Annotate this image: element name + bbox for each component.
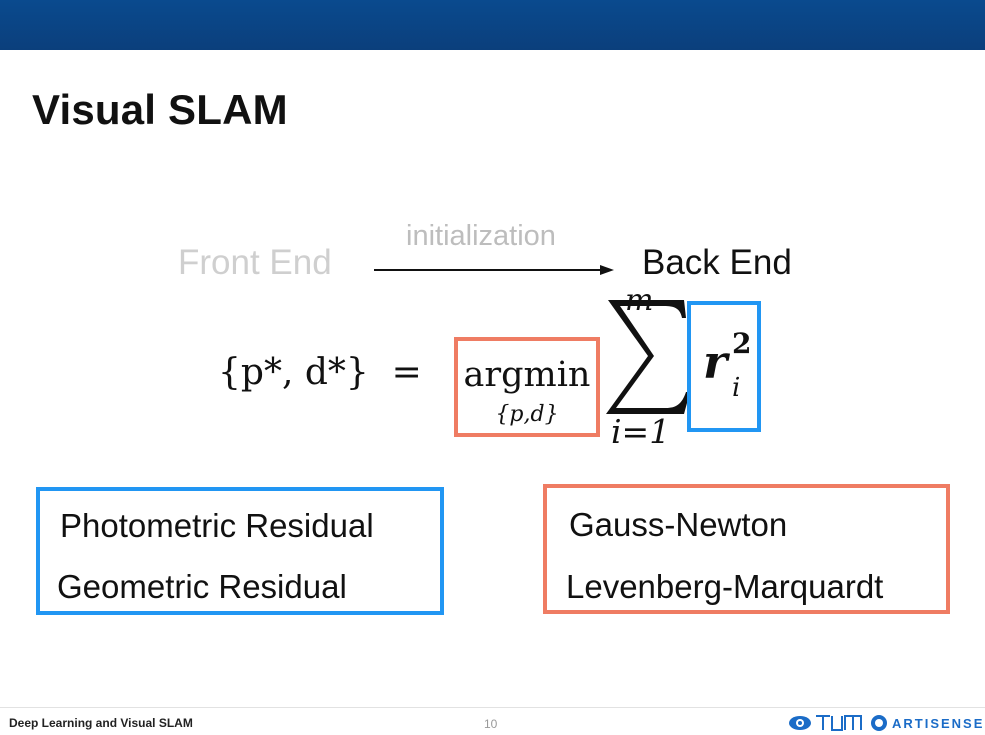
argmin-text: argmin (463, 355, 591, 395)
optimizers-box: Gauss-Newton Levenberg-Marquardt (543, 484, 950, 614)
sum-lower-limit: i=1 (611, 412, 671, 451)
photometric-residual-label: Photometric Residual (60, 507, 374, 544)
geometric-residual-label: Geometric Residual (57, 568, 347, 605)
argmin-box: argmin {p,d} (454, 337, 600, 437)
footer-course-title: Deep Learning and Visual SLAM (9, 716, 193, 730)
gauss-newton-label: Gauss-Newton (569, 506, 788, 543)
equation-lhs: {p*, d*} = (218, 352, 422, 393)
artisense-logo: ARTISENSE (892, 715, 985, 731)
front-end-label: Front End (178, 243, 332, 282)
residual-term-box: r 2 i (687, 301, 761, 432)
levenberg-marquardt-label: Levenberg-Marquardt (566, 568, 884, 605)
residual-subscript: i (732, 373, 741, 403)
slide-title: Visual SLAM (32, 86, 288, 133)
page-number: 10 (484, 717, 498, 731)
summation-sigma (606, 300, 690, 414)
footer-logos: ARTISENSE (788, 712, 984, 734)
footer-divider (0, 707, 985, 708)
ad-badge-icon (871, 715, 887, 731)
residual-superscript: 2 (732, 327, 752, 360)
tum-logo-icon (789, 715, 862, 731)
back-end-label: Back End (642, 243, 792, 282)
residuals-box: Photometric Residual Geometric Residual (36, 487, 444, 615)
residual-symbol: r (703, 335, 728, 389)
header-bar (0, 0, 985, 50)
initialization-arrow (374, 265, 614, 275)
initialization-label: initialization (406, 220, 556, 252)
argmin-subscript: {p,d} (495, 402, 559, 427)
